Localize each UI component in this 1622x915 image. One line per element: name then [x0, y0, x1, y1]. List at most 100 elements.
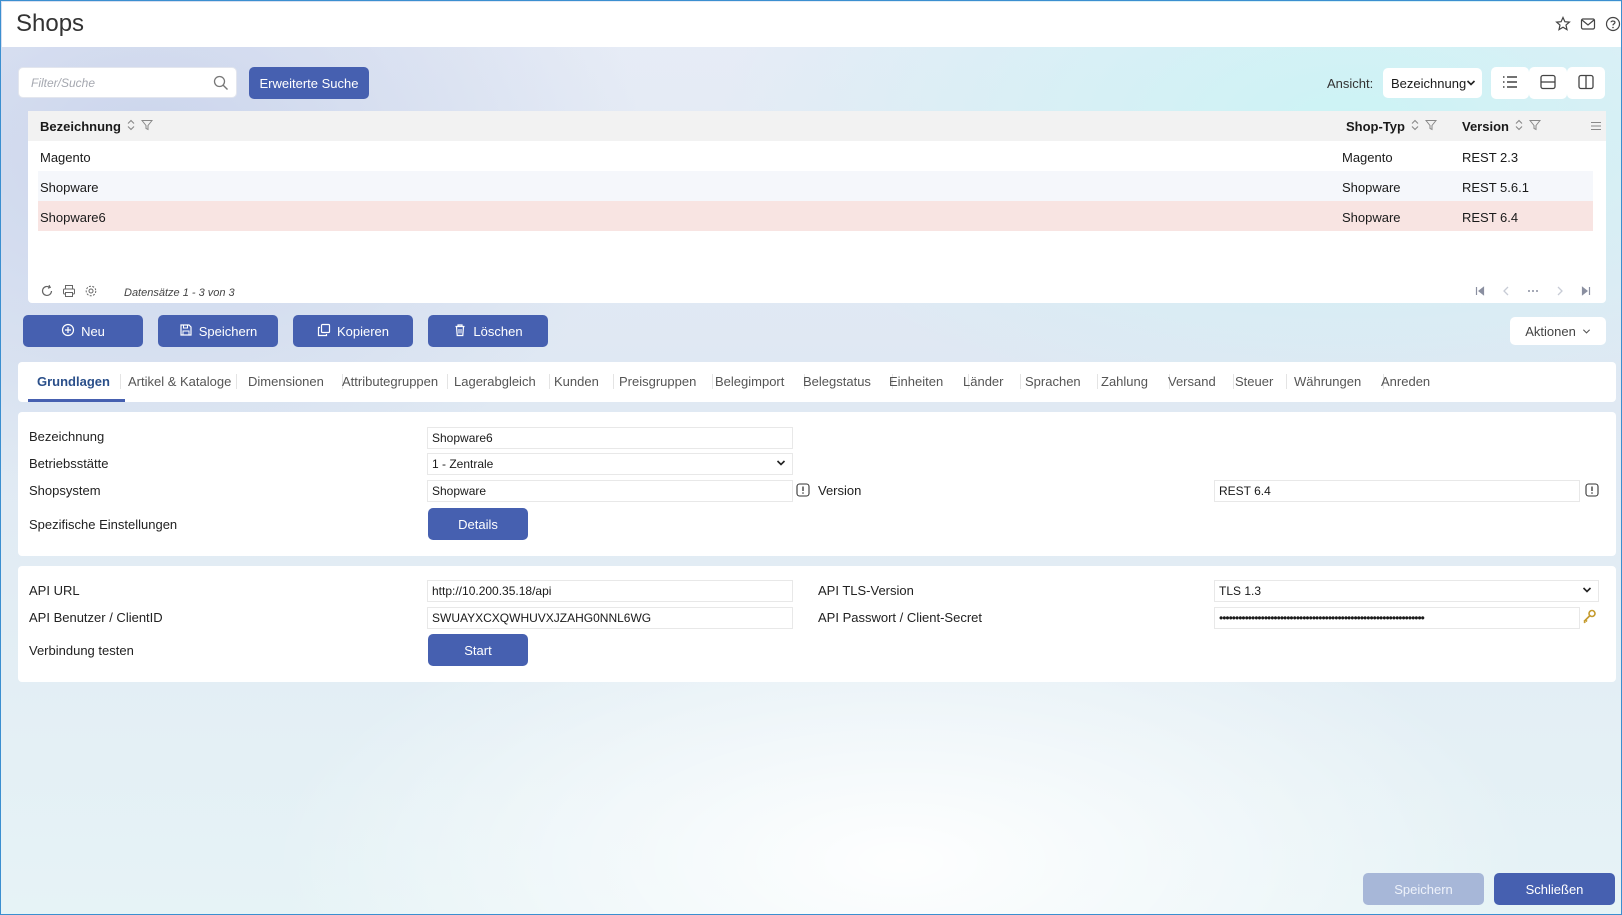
details-button[interactable]: Details [428, 508, 528, 540]
cell-name: Magento [40, 150, 91, 165]
next-page-icon[interactable] [1554, 285, 1566, 300]
api-user-field-value: SWUAYXCXQWHUVXJZAHG0NNL6WG [432, 611, 652, 625]
column-header-label: Bezeichnung [40, 119, 121, 134]
filter-icon[interactable] [1424, 119, 1438, 134]
tab-sprachen[interactable]: Sprachen [1025, 374, 1081, 389]
footer-save-button[interactable]: Speichern [1363, 873, 1484, 905]
table-row[interactable]: Shopware Shopware REST 5.6.1 [38, 171, 1593, 201]
table-row-selected[interactable]: Shopware6 Shopware REST 6.4 [38, 201, 1593, 231]
previous-page-icon[interactable] [1500, 285, 1512, 300]
cell-version: REST 5.6.1 [1462, 180, 1529, 195]
new-button[interactable]: Neu [23, 315, 143, 347]
info-icon[interactable] [796, 483, 810, 497]
trash-icon [453, 323, 467, 340]
api-url-field[interactable]: http://10.200.35.18/api [427, 580, 793, 602]
tab-steuer[interactable]: Steuer [1235, 374, 1273, 389]
tab-anreden[interactable]: Anreden [1381, 374, 1430, 389]
version-field[interactable]: REST 6.4 [1214, 480, 1580, 502]
api-password-field[interactable]: ••••••••••••••••••••••••••••••••••••••••… [1214, 607, 1580, 629]
cell-version: REST 6.4 [1462, 210, 1519, 225]
tab-kunden[interactable]: Kunden [554, 374, 599, 389]
print-icon[interactable] [62, 284, 76, 301]
sort-icon[interactable] [1514, 119, 1524, 134]
new-button-label: Neu [81, 323, 105, 339]
last-page-icon[interactable] [1580, 285, 1592, 300]
api-user-field[interactable]: SWUAYXCXQWHUVXJZAHG0NNL6WG [427, 607, 793, 629]
shop-system-field-value: Shopware [432, 484, 487, 498]
key-icon[interactable] [1581, 609, 1597, 628]
chevron-down-icon [1466, 76, 1476, 91]
version-field-value: REST 6.4 [1219, 484, 1271, 498]
copy-icon [317, 323, 331, 340]
split-vertical-icon [1577, 73, 1595, 94]
site-select[interactable]: 1 - Zentrale [427, 453, 793, 475]
tab-divider [1097, 374, 1098, 389]
title-icons [1554, 15, 1621, 33]
tab-lagerabgleich[interactable]: Lagerabgleich [454, 374, 536, 389]
start-button[interactable]: Start [428, 634, 528, 666]
floppy-disk-icon [179, 323, 193, 340]
extended-search-button[interactable]: Erweiterte Suche [249, 67, 369, 99]
settings-gear-icon[interactable] [84, 284, 98, 301]
column-header-version[interactable]: Version [1462, 119, 1542, 134]
footer-close-button[interactable]: Schließen [1494, 873, 1615, 905]
first-page-icon[interactable] [1474, 285, 1486, 300]
info-icon[interactable] [1585, 483, 1599, 497]
api-password-label: API Passwort / Client-Secret [818, 610, 982, 625]
mail-icon[interactable] [1579, 15, 1597, 33]
sort-icon[interactable] [1410, 119, 1420, 134]
search-box[interactable] [18, 67, 237, 98]
delete-button[interactable]: Löschen [428, 315, 548, 347]
actions-dropdown[interactable]: Aktionen [1510, 317, 1606, 345]
list-icon [1501, 73, 1519, 94]
star-icon[interactable] [1554, 15, 1572, 33]
shop-system-field[interactable]: Shopware [427, 480, 793, 502]
view-select-value: Bezeichnung [1391, 75, 1467, 91]
column-header-name[interactable]: Bezeichnung [40, 119, 153, 134]
sort-icon[interactable] [126, 119, 136, 134]
pager [1474, 285, 1592, 300]
chevron-down-icon [1582, 324, 1591, 339]
name-field[interactable]: Shopware6 [427, 427, 793, 449]
grid-header: Bezeichnung Shop-Typ Version [28, 111, 1606, 141]
help-icon[interactable] [1604, 15, 1621, 33]
cell-shop-type: Shopware [1342, 210, 1401, 225]
api-url-field-value: http://10.200.35.18/api [432, 584, 552, 598]
tab-zahlung[interactable]: Zahlung [1101, 374, 1148, 389]
tab-artikel-kataloge[interactable]: Artikel & Kataloge [128, 374, 231, 389]
cell-shop-type: Magento [1342, 150, 1393, 165]
site-label: Betriebsstätte [29, 456, 109, 471]
tab-versand[interactable]: Versand [1168, 374, 1216, 389]
tab-preisgruppen[interactable]: Preisgruppen [619, 374, 696, 389]
column-menu-icon[interactable] [1590, 120, 1602, 135]
column-header-label: Version [1462, 119, 1509, 134]
tab-laender[interactable]: Länder [963, 374, 1003, 389]
save-button[interactable]: Speichern [158, 315, 278, 347]
shops-grid: Bezeichnung Shop-Typ Version Magento Mag… [28, 111, 1606, 303]
tab-divider [447, 374, 448, 389]
search-input[interactable] [19, 68, 199, 97]
more-pages-icon[interactable] [1526, 285, 1540, 300]
tab-einheiten[interactable]: Einheiten [889, 374, 943, 389]
filter-icon[interactable] [1528, 119, 1542, 134]
tab-waehrungen[interactable]: Währungen [1294, 374, 1361, 389]
split-vertical-view-button[interactable] [1567, 67, 1605, 99]
tab-attributegruppen[interactable]: Attributegruppen [342, 374, 438, 389]
api-tls-label: API TLS-Version [818, 583, 914, 598]
list-view-button[interactable] [1491, 67, 1529, 99]
tab-grundlagen[interactable]: Grundlagen [37, 374, 110, 389]
filter-icon[interactable] [140, 119, 153, 134]
tab-divider [549, 374, 550, 389]
refresh-icon[interactable] [40, 284, 54, 301]
version-label: Version [818, 483, 862, 498]
column-header-shop-type[interactable]: Shop-Typ [1346, 119, 1438, 134]
split-horizontal-view-button[interactable] [1529, 67, 1567, 99]
tab-belegstatus[interactable]: Belegstatus [803, 374, 871, 389]
table-row[interactable]: Magento Magento REST 2.3 [38, 141, 1593, 171]
tab-dimensionen[interactable]: Dimensionen [248, 374, 324, 389]
tab-belegimport[interactable]: Belegimport [715, 374, 784, 389]
search-icon[interactable] [212, 74, 230, 92]
view-select[interactable]: Bezeichnung [1383, 68, 1482, 98]
copy-button[interactable]: Kopieren [293, 315, 413, 347]
api-tls-select[interactable]: TLS 1.3 [1214, 580, 1599, 602]
